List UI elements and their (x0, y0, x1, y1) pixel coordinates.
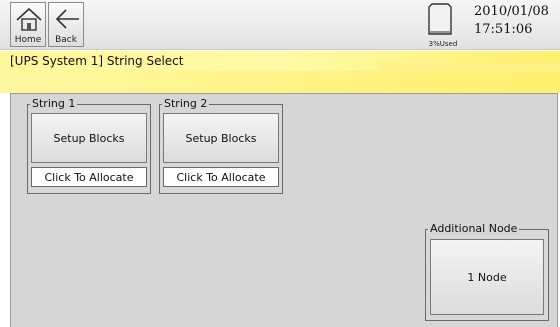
string-1-allocate-button[interactable]: Click To Allocate (31, 167, 147, 187)
string-1-setup-blocks-button[interactable]: Setup Blocks (31, 113, 147, 163)
home-button[interactable]: Home (10, 2, 46, 47)
home-label: Home (14, 35, 42, 45)
time-text: 17:51:06 (474, 22, 533, 37)
page-title: [UPS System 1] String Select (10, 54, 184, 68)
date-text: 2010/01/08 (474, 4, 549, 19)
top-toolbar: Home Back 3%Used 2010/01/08 17:51:06 (0, 0, 560, 50)
header-strip (0, 71, 560, 93)
back-button[interactable]: Back (48, 2, 84, 47)
string-2-allocate-button[interactable]: Click To Allocate (163, 167, 279, 187)
back-label: Back (55, 35, 77, 45)
title-accent (380, 63, 560, 71)
home-icon (16, 7, 42, 31)
back-arrow-icon (55, 9, 79, 29)
string-1-legend: String 1 (30, 97, 78, 110)
string-2-legend: String 2 (162, 97, 210, 110)
string-2-setup-blocks-button[interactable]: Setup Blocks (163, 113, 279, 163)
title-bar: [UPS System 1] String Select (0, 51, 560, 71)
main-panel: String 1 Setup Blocks Click To Allocate … (10, 93, 558, 327)
storage-used-text: 3%Used (428, 40, 458, 48)
storage-icon (428, 3, 452, 35)
storage-indicator: 3%Used (422, 3, 464, 48)
string-2-group: String 2 Setup Blocks Click To Allocate (159, 97, 283, 194)
additional-node-group: Additional Node 1 Node (425, 222, 549, 321)
additional-node-button[interactable]: 1 Node (430, 239, 544, 315)
additional-node-legend: Additional Node (428, 222, 520, 235)
string-1-group: String 1 Setup Blocks Click To Allocate (27, 97, 151, 194)
